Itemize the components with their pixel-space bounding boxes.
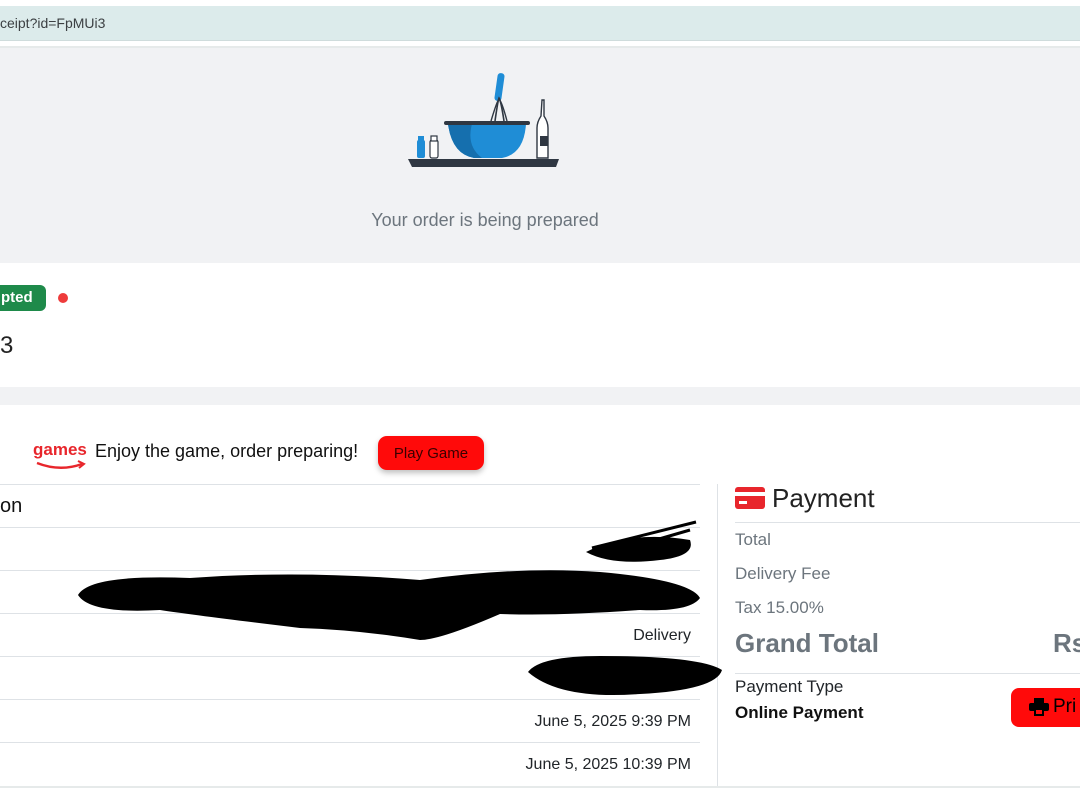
- grand-total-label: Grand Total: [735, 628, 879, 658]
- address-bar-url: ceipt?id=FpMUi3: [0, 15, 106, 31]
- estimated-delivery-time: June 5, 2025 10:39 PM: [525, 756, 691, 773]
- grand-total-value: Rs: [1053, 628, 1080, 658]
- games-promo-text: Enjoy the game, order preparing!: [95, 441, 359, 461]
- delivery-fee-label: Delivery Fee: [735, 564, 831, 583]
- column-divider: [717, 484, 718, 788]
- tax-label: Tax 15.00%: [735, 598, 824, 617]
- order-placed-time: June 5, 2025 9:39 PM: [534, 713, 691, 730]
- detail-row: [0, 527, 700, 570]
- live-indicator-dot: [58, 293, 68, 303]
- payment-divider: [735, 522, 1080, 523]
- detail-row: [0, 570, 700, 613]
- payment-title: Payment: [772, 483, 875, 513]
- detail-row: on: [0, 484, 700, 527]
- order-status-message: Your order is being prepared: [371, 210, 599, 230]
- section-divider: [0, 387, 1080, 405]
- print-receipt-button[interactable]: Pri: [1011, 688, 1080, 727]
- payment-divider: [735, 673, 1080, 674]
- detail-row: June 5, 2025 10:39 PM: [0, 742, 700, 785]
- credit-card-icon: [735, 487, 765, 509]
- printer-icon: [1029, 698, 1049, 716]
- order-details-table: on Delivery June 5, 2025 9:39 PM June 5,…: [0, 484, 700, 785]
- total-label: Total: [735, 530, 771, 549]
- games-logo[interactable]: games: [33, 440, 87, 460]
- detail-label: on: [0, 495, 23, 517]
- detail-row: Delivery: [0, 613, 700, 656]
- page-bottom-divider: [0, 786, 1080, 788]
- address-bar[interactable]: ceipt?id=FpMUi3: [0, 6, 1080, 41]
- accepted-status-badge: pted: [0, 285, 46, 311]
- order-status-band: [0, 263, 1080, 387]
- play-game-button[interactable]: Play Game: [378, 436, 484, 470]
- detail-row: June 5, 2025 9:39 PM: [0, 699, 700, 742]
- print-button-label: Pri: [1053, 696, 1077, 717]
- order-type-value: Delivery: [633, 627, 691, 644]
- payment-type-label: Payment Type: [735, 677, 844, 696]
- detail-row: [0, 656, 700, 699]
- cooking-illustration-icon: [408, 73, 559, 167]
- receipt-page: ceipt?id=FpMUi3 Your order is being prep…: [0, 0, 1080, 808]
- order-number: 3: [0, 332, 14, 359]
- payment-type-value: Online Payment: [735, 703, 864, 722]
- order-status-hero: Your order is being prepared: [0, 48, 1080, 263]
- games-smile-icon: [36, 460, 86, 469]
